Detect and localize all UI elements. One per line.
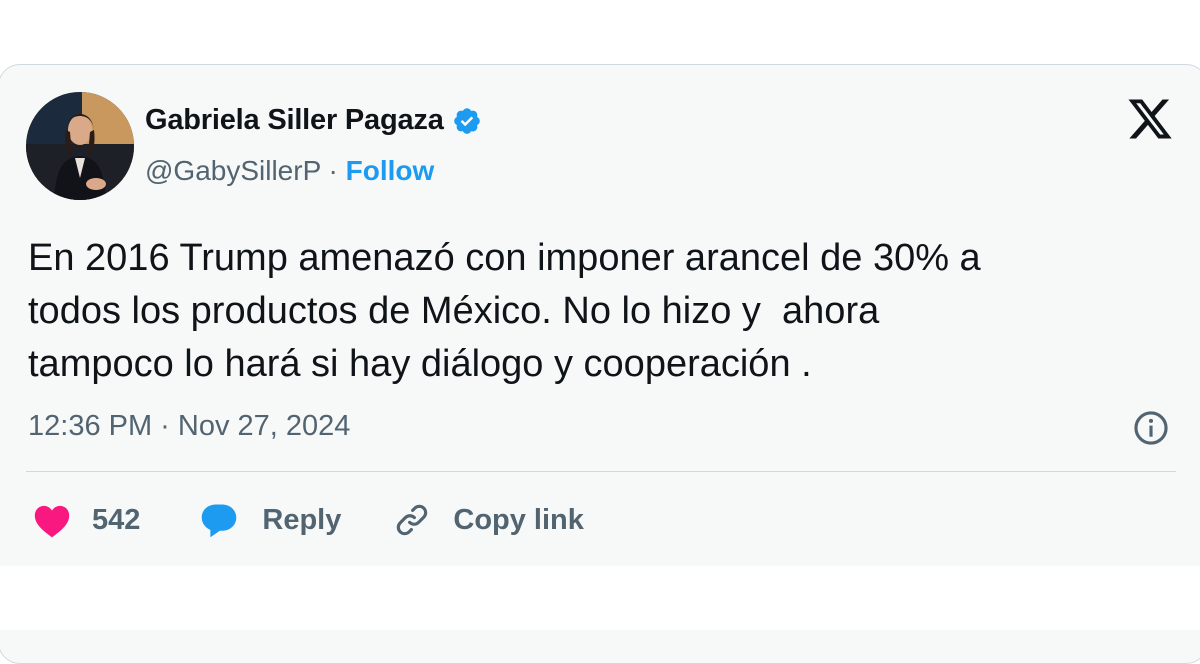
x-logo-icon[interactable] [1126,95,1174,143]
tweet-timestamp[interactable]: 12:36 PM · Nov 27, 2024 [28,410,350,443]
handle-separator: · [320,155,346,186]
page-background [0,566,1200,630]
info-icon[interactable] [1132,409,1170,447]
like-count: 542 [92,503,141,536]
verified-badge-icon [453,107,480,134]
reply-label: Reply [262,503,342,536]
action-bar: 542 Reply Copy link [32,496,584,544]
author-row: Gabriela Siller Pagaza [145,104,482,137]
heart-icon [34,505,70,538]
tweet-text: En 2016 Trump amenazó con imponer arance… [28,237,981,385]
follow-button[interactable]: Follow [346,155,435,186]
reply-bubble-icon [202,504,237,538]
copy-link-button[interactable]: Copy link [393,501,584,539]
reply-button[interactable]: Reply [198,501,341,539]
author-handle[interactable]: @GabySillerP [145,155,321,186]
link-icon [397,504,428,536]
divider [26,471,1176,472]
copy-link-label: Copy link [453,503,584,536]
handle-row: @GabySillerP · Follow [145,155,434,187]
avatar[interactable] [26,92,134,200]
like-button[interactable]: 542 [32,502,140,538]
author-name[interactable]: Gabriela Siller Pagaza [145,104,444,137]
